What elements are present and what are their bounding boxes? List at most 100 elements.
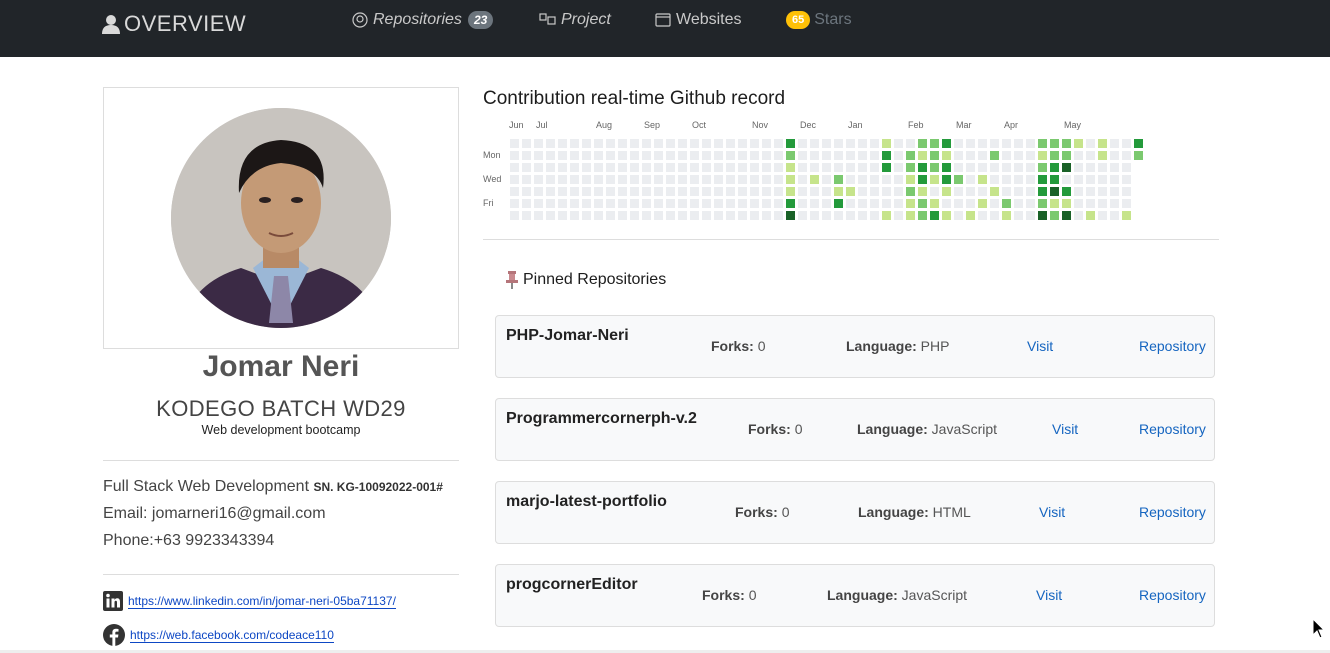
linkedin-row: https://www.linkedin.com/in/jomar-neri-0… (103, 591, 396, 611)
contribution-cell (1110, 151, 1119, 160)
profile-batch: KODEGO BATCH WD29 (156, 396, 406, 421)
contribution-cell (522, 211, 531, 220)
profile-bootcamp: Web development bootcamp (201, 423, 361, 437)
contribution-cell (654, 139, 663, 148)
visit-link[interactable]: Visit (1027, 338, 1053, 354)
contribution-cell (1062, 139, 1071, 148)
contribution-cell (1086, 199, 1095, 208)
contribution-cell (606, 163, 615, 172)
nav-websites[interactable]: Websites (655, 11, 742, 29)
repository-link[interactable]: Repository (1139, 338, 1206, 354)
repository-link[interactable]: Repository (1139, 504, 1206, 520)
contribution-cell (774, 163, 783, 172)
nav-project[interactable]: Project (539, 11, 611, 29)
contribution-cell (894, 199, 903, 208)
github-icon (352, 12, 368, 28)
contribution-cell (930, 211, 939, 220)
contribution-cell (666, 163, 675, 172)
linkedin-link[interactable]: https://www.linkedin.com/in/jomar-neri-0… (128, 594, 396, 609)
contribution-cell (954, 139, 963, 148)
contribution-cell (894, 163, 903, 172)
contribution-cell (738, 175, 747, 184)
contribution-cell (570, 163, 579, 172)
language-label: Language: (857, 421, 928, 437)
contribution-cell (666, 175, 675, 184)
contribution-cell (1026, 151, 1035, 160)
language-value: PHP (920, 338, 950, 354)
contribution-cell (870, 151, 879, 160)
repository-link[interactable]: Repository (1139, 587, 1206, 603)
contribution-cell (954, 163, 963, 172)
forks-value: 0 (794, 421, 803, 437)
contribution-cell (654, 211, 663, 220)
contribution-cell (978, 139, 987, 148)
contribution-cell (678, 163, 687, 172)
contribution-cell (1002, 163, 1011, 172)
profile-role-line: Full Stack Web Development SN. KG-100920… (103, 478, 443, 496)
contribution-cell (570, 187, 579, 196)
repo-name: marjo-latest-portfolio (506, 493, 667, 510)
contribution-cell (582, 199, 591, 208)
contribution-cell (978, 187, 987, 196)
contribution-cell (822, 211, 831, 220)
contribution-cell (990, 175, 999, 184)
contribution-cell (810, 199, 819, 208)
contribution-cell (738, 139, 747, 148)
contribution-cell (1026, 199, 1035, 208)
contribution-cell (798, 199, 807, 208)
contribution-cell (786, 175, 795, 184)
contribution-cell (1074, 211, 1083, 220)
project-icon (539, 12, 556, 25)
contribution-cell (774, 151, 783, 160)
contribution-cell (654, 187, 663, 196)
contribution-cell (1074, 139, 1083, 148)
top-navbar: OVERVIEW Repositories 23 Project Website… (0, 0, 1330, 57)
repo-card: progcornerEditor Forks: 0 Language: Java… (495, 564, 1215, 627)
contribution-cell (606, 151, 615, 160)
contribution-cell (1098, 175, 1107, 184)
visit-link[interactable]: Visit (1036, 587, 1062, 603)
visit-link[interactable]: Visit (1039, 504, 1065, 520)
month-label-oct: Oct (692, 120, 707, 130)
contribution-cell (750, 187, 759, 196)
repo-card: PHP-Jomar-Neri Forks: 0 Language: PHP Vi… (495, 315, 1215, 378)
contribution-cell (1014, 211, 1023, 220)
contribution-cell (762, 175, 771, 184)
nav-repositories-label: Repositories (373, 11, 462, 28)
contribution-cell (702, 139, 711, 148)
profile-serial: SN. KG-10092022-001# (313, 480, 443, 494)
contribution-cell (1026, 163, 1035, 172)
contribution-cell (642, 211, 651, 220)
language-value: JavaScript (901, 587, 968, 603)
contribution-cell (870, 139, 879, 148)
contribution-cell (798, 139, 807, 148)
contribution-cell (534, 175, 543, 184)
contribution-cell (630, 163, 639, 172)
forks-label: Forks: (702, 587, 745, 603)
brand-text: OVERVIEW (124, 11, 247, 36)
contribution-cell (726, 175, 735, 184)
month-label-jan: Jan (848, 120, 863, 130)
nav-repositories[interactable]: Repositories 23 (352, 11, 494, 29)
contribution-cell (690, 139, 699, 148)
contribution-cell (930, 187, 939, 196)
contribution-cell (834, 151, 843, 160)
nav-stars[interactable]: 65 Stars (786, 11, 852, 29)
contribution-cell (990, 163, 999, 172)
contribution-cell (846, 163, 855, 172)
repo-name: progcornerEditor (506, 576, 638, 593)
contribution-cell (810, 163, 819, 172)
contribution-cell (606, 175, 615, 184)
repository-link[interactable]: Repository (1139, 421, 1206, 437)
contribution-cell (678, 187, 687, 196)
contribution-cell (678, 175, 687, 184)
visit-link[interactable]: Visit (1052, 421, 1078, 437)
contribution-cell (930, 199, 939, 208)
contribution-cell (1074, 163, 1083, 172)
contribution-cell (534, 199, 543, 208)
contribution-cell (594, 175, 603, 184)
brand-link[interactable]: OVERVIEW (102, 11, 246, 37)
facebook-link[interactable]: https://web.facebook.com/codeace110 (130, 628, 334, 643)
contribution-cell (1014, 175, 1023, 184)
contribution-cell (702, 151, 711, 160)
